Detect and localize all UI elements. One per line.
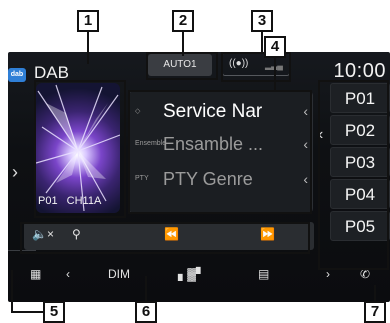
- callout-5: 5: [43, 301, 65, 323]
- callout-3: 3: [251, 10, 273, 32]
- callout-1: 1: [77, 10, 99, 32]
- frame-auto: [146, 52, 218, 80]
- leader-4: [274, 58, 276, 92]
- leader-5v: [11, 270, 13, 313]
- menu-grid-icon[interactable]: ▦: [30, 267, 41, 281]
- equalizer-icon[interactable]: ▖▓▘: [178, 267, 205, 281]
- frame-album-art: [34, 80, 126, 218]
- leader-3: [261, 32, 263, 54]
- leader-5h: [11, 311, 43, 313]
- callout-2: 2: [172, 10, 194, 32]
- frame-control: [20, 222, 310, 254]
- frame-info: [128, 90, 312, 214]
- open-list-arrow[interactable]: ›: [12, 162, 18, 183]
- leader-1: [87, 32, 89, 64]
- callout-7: 7: [364, 301, 386, 323]
- screen-switch-icon[interactable]: ▤: [258, 267, 269, 281]
- callout-4: 4: [264, 36, 286, 58]
- callout-6: 6: [135, 301, 157, 323]
- leader-7: [374, 285, 376, 301]
- frame-presets: [318, 80, 389, 270]
- bottom-left-arrow[interactable]: ‹: [66, 267, 70, 281]
- dab-source-icon: dab: [8, 68, 26, 82]
- dim-button[interactable]: DIM: [108, 267, 130, 281]
- leader-6: [145, 276, 147, 301]
- leader-2: [182, 32, 184, 56]
